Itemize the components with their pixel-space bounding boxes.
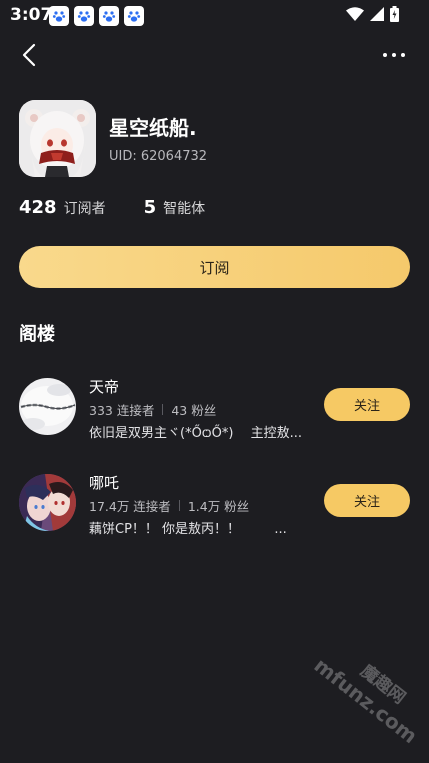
follow-button[interactable]: 关注 (324, 484, 410, 517)
back-button[interactable] (14, 40, 44, 70)
stats-divider (162, 404, 164, 415)
subscribe-button[interactable]: 订阅 (19, 246, 410, 288)
more-options-button[interactable] (379, 44, 409, 66)
agents-label: 智能体 (163, 201, 206, 217)
agent-avatar (19, 474, 76, 531)
agent-fans: 1.4万 粉丝 (187, 499, 250, 514)
battery-icon (390, 6, 399, 22)
agent-connectors: 333 连接者 (89, 403, 155, 418)
agent-description: 依旧是双男主ヾ(*ŐѻŐ*) 主控敖... (89, 426, 302, 441)
follow-button[interactable]: 关注 (324, 388, 410, 421)
baidu-paw-icon (124, 6, 144, 26)
agent-fans: 43 粉丝 (171, 403, 217, 418)
stats-divider (178, 500, 180, 511)
dot-icon (392, 53, 396, 57)
status-time: 3:07 (10, 5, 53, 25)
agent-stats: 333 连接者 43 粉丝 (89, 400, 216, 419)
profile-stats: 428 订阅者 5 智能体 (19, 197, 205, 223)
watermark: 魔趣网 mfunz.com (285, 633, 429, 763)
baidu-paw-icon (49, 6, 69, 26)
agents-count: 5 (143, 197, 157, 218)
wifi-icon (346, 6, 364, 21)
status-right (346, 6, 399, 22)
list-item[interactable]: 天帝 333 连接者 43 粉丝 依旧是双男主ヾ(*ŐѻŐ*) 主控敖... 关… (19, 376, 414, 441)
agent-connectors: 17.4万 连接者 (89, 499, 171, 514)
agent-name: 哪吒 (89, 474, 120, 492)
list-item[interactable]: 哪吒 17.4万 连接者 1.4万 粉丝 藕饼CP！！ 你是敖丙！！ ... 关… (19, 472, 414, 537)
agent-name: 天帝 (89, 378, 120, 396)
profile-uid: UID: 62064732 (109, 149, 208, 164)
dot-icon (383, 53, 387, 57)
baidu-paw-icon (99, 6, 119, 26)
profile-name: 星空纸船. (109, 116, 197, 140)
notification-icons (49, 6, 144, 26)
profile-header: 星空纸船. UID: 62064732 (19, 100, 409, 178)
agent-description: 藕饼CP！！ 你是敖丙！！ ... (89, 522, 287, 537)
avatar[interactable] (19, 100, 96, 177)
section-title: 阁楼 (19, 324, 55, 345)
agent-stats: 17.4万 连接者 1.4万 粉丝 (89, 496, 249, 515)
dot-icon (401, 53, 405, 57)
agent-avatar (19, 378, 76, 435)
chevron-left-icon (22, 43, 36, 67)
baidu-paw-icon (74, 6, 94, 26)
subscribers-label: 订阅者 (63, 201, 106, 217)
status-bar: 3:07 (0, 0, 429, 30)
signal-icon (370, 6, 384, 21)
subscribers-count: 428 (19, 197, 57, 218)
top-bar (0, 38, 429, 72)
